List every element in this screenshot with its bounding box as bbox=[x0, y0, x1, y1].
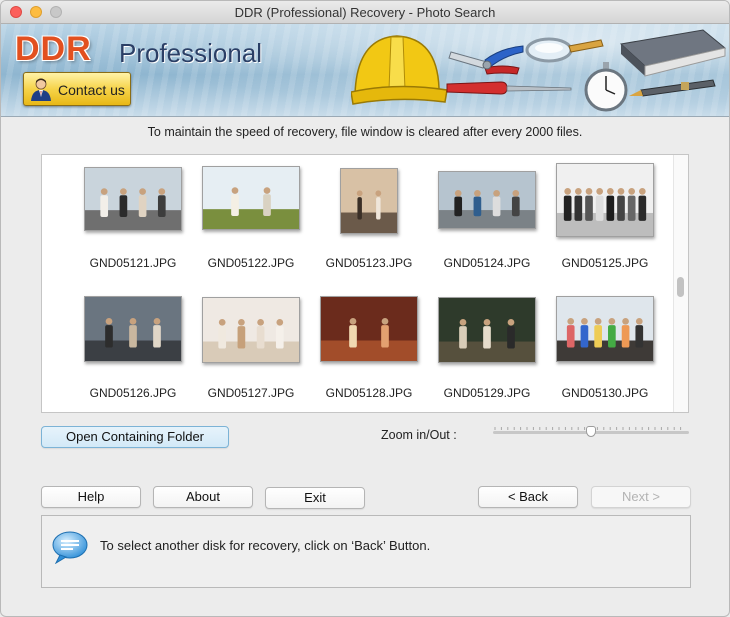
photo-image bbox=[321, 297, 417, 361]
photo-filename: GND05130.JPG bbox=[561, 386, 649, 400]
photo-filename: GND05123.JPG bbox=[325, 256, 413, 270]
photo-image bbox=[557, 164, 653, 236]
photo-filename: GND05122.JPG bbox=[207, 256, 295, 270]
photo-filename: GND05127.JPG bbox=[207, 386, 295, 400]
photo-thumbnail[interactable] bbox=[438, 171, 536, 229]
contact-us-button[interactable]: Contact us bbox=[23, 72, 131, 106]
exit-button[interactable]: Exit bbox=[265, 487, 365, 509]
photo-thumbnail[interactable] bbox=[84, 296, 182, 362]
stopwatch-icon bbox=[584, 62, 628, 112]
logo-ddr: DDR bbox=[15, 30, 92, 68]
window-title: DDR (Professional) Recovery - Photo Sear… bbox=[234, 5, 496, 20]
photo-filename: GND05124.JPG bbox=[443, 256, 531, 270]
photo-thumbnail[interactable] bbox=[84, 167, 182, 231]
photo-thumbnail[interactable] bbox=[556, 163, 654, 237]
title-bar[interactable]: DDR (Professional) Recovery - Photo Sear… bbox=[1, 1, 729, 24]
open-containing-folder-button[interactable]: Open Containing Folder bbox=[41, 426, 229, 448]
next-button[interactable]: Next > bbox=[591, 486, 691, 508]
gallery-scrollbar[interactable] bbox=[673, 155, 688, 412]
pliers-icon bbox=[448, 45, 524, 75]
magnifier-icon bbox=[525, 37, 604, 63]
photo-image bbox=[85, 168, 181, 230]
photo-filename: GND05126.JPG bbox=[89, 386, 177, 400]
photo-thumbnail[interactable] bbox=[340, 168, 398, 234]
zoom-slider[interactable] bbox=[491, 425, 691, 443]
pen-icon bbox=[629, 79, 716, 97]
photo-image bbox=[557, 297, 653, 361]
photo-thumbnail[interactable] bbox=[556, 296, 654, 362]
help-button[interactable]: Help bbox=[41, 486, 141, 508]
photo-image bbox=[439, 298, 535, 362]
header-banner: DDR Professional Contact us bbox=[1, 24, 729, 117]
photo-image bbox=[85, 297, 181, 361]
back-button[interactable]: < Back bbox=[478, 486, 578, 508]
zoom-slider-knob[interactable] bbox=[586, 426, 596, 437]
photo-thumbnail[interactable] bbox=[202, 297, 300, 363]
photo-thumbnail[interactable] bbox=[202, 166, 300, 230]
scrollbar-thumb[interactable] bbox=[677, 277, 684, 297]
person-icon bbox=[31, 78, 51, 101]
speech-bubble-icon bbox=[52, 531, 88, 564]
hard-hat-icon bbox=[351, 35, 448, 105]
photo-filename: GND05128.JPG bbox=[325, 386, 413, 400]
photo-image bbox=[439, 172, 535, 228]
photo-image bbox=[203, 167, 299, 229]
contact-us-label: Contact us bbox=[58, 82, 125, 98]
app-window: DDR (Professional) Recovery - Photo Sear… bbox=[0, 0, 730, 617]
screwdriver-icon bbox=[446, 81, 572, 95]
photo-image bbox=[203, 298, 299, 362]
photo-gallery[interactable]: GND05121.JPG GND05122.JPG GND05123.JPG G… bbox=[41, 154, 689, 413]
book-icon bbox=[619, 29, 727, 77]
banner-tools-illustration bbox=[351, 29, 727, 112]
recovery-notice: To maintain the speed of recovery, file … bbox=[147, 125, 583, 139]
photo-filename: GND05121.JPG bbox=[89, 256, 177, 270]
photo-filename: GND05125.JPG bbox=[561, 256, 649, 270]
logo-professional: Professional bbox=[119, 38, 263, 68]
zoom-label: Zoom in/Out : bbox=[381, 428, 457, 442]
photo-thumbnail[interactable] bbox=[438, 297, 536, 363]
photo-thumbnail[interactable] bbox=[320, 296, 418, 362]
message-text: To select another disk for recovery, cli… bbox=[100, 538, 431, 553]
about-button[interactable]: About bbox=[153, 486, 253, 508]
photo-image bbox=[341, 169, 397, 233]
photo-filename: GND05129.JPG bbox=[443, 386, 531, 400]
message-panel: To select another disk for recovery, cli… bbox=[41, 515, 691, 588]
